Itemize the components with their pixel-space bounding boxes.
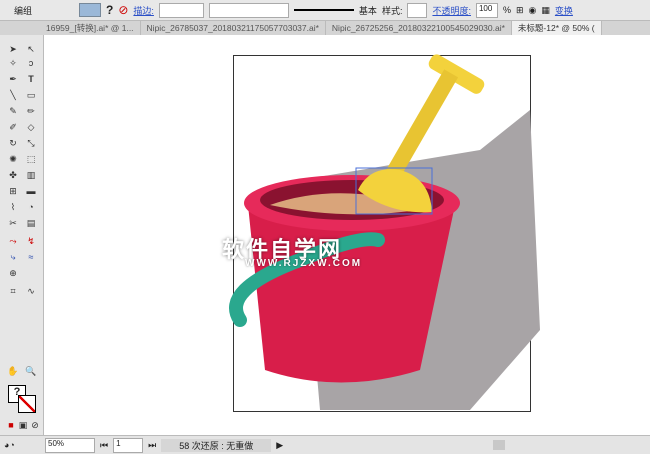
status-bar: ◕◔ 50% ⏮ 1 ⏭ 58 次还原 : 无重做 ▶ [0,435,650,454]
status-message[interactable]: 58 次还原 : 无重做 [161,438,272,452]
status-arrow-icon[interactable]: ▶ [276,440,283,451]
horizontal-scrollbar[interactable] [288,440,650,450]
bucket-artwork[interactable] [0,0,650,454]
watermark-url: WWW.RJZXW.COM [245,258,363,269]
screen-mode-icon[interactable]: ◕◔ [4,440,40,450]
page-select[interactable]: 1 [113,437,144,453]
next-page-icon[interactable]: ⏭ [148,440,156,451]
first-page-icon[interactable]: ⏮ [100,440,108,451]
zoom-select[interactable]: 50% [45,437,95,453]
